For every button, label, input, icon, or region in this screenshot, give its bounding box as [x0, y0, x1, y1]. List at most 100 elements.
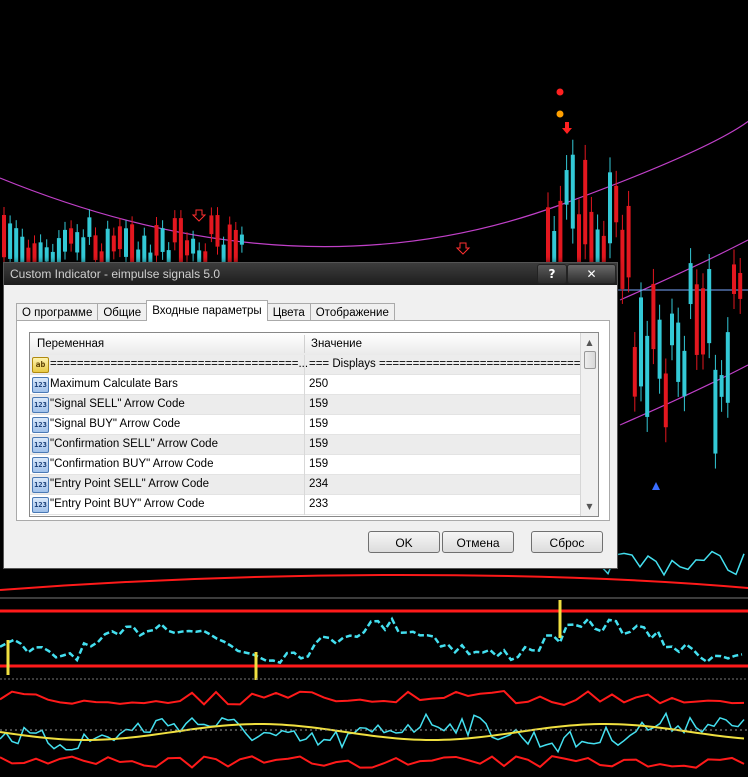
parameters-grid: Переменная Значение ab ==================…	[29, 332, 599, 517]
scroll-thumb[interactable]	[584, 351, 596, 369]
candle-body	[682, 350, 687, 397]
grid-scrollbar[interactable]: ▲ ▼	[580, 333, 598, 516]
header-separator[interactable]	[304, 335, 305, 353]
row-variable: "Entry Point SELL" Arrow Code	[50, 478, 210, 490]
tab-common[interactable]: Общие	[97, 303, 148, 321]
tab-colors[interactable]: Цвета	[266, 303, 311, 321]
row-value[interactable]: === Displays ===========================…	[309, 358, 597, 370]
scroll-down-icon[interactable]: ▼	[581, 498, 598, 515]
candle-body	[8, 223, 13, 259]
close-button[interactable]: ✕	[567, 264, 616, 284]
row-value[interactable]: 159	[309, 438, 328, 450]
candle-body	[191, 238, 196, 254]
candle-body	[87, 217, 92, 237]
table-row[interactable]: 123 "Confirmation BUY" Arrow Code 159	[30, 455, 580, 475]
candle-body	[694, 284, 699, 355]
help-button[interactable]: ?	[537, 264, 567, 284]
table-row[interactable]: 123 Maximum Calculate Bars 250	[30, 375, 580, 395]
custom-indicator-dialog: Custom Indicator - eimpulse signals 5.0 …	[3, 262, 618, 569]
table-row[interactable]: 123 "Signal BUY" Arrow Code 159	[30, 415, 580, 435]
candle-body	[663, 373, 668, 428]
candle-body	[111, 235, 116, 252]
candle-body	[614, 185, 619, 223]
row-value[interactable]: 159	[309, 398, 328, 410]
tab-about[interactable]: О программе	[16, 303, 99, 321]
candle-body	[154, 225, 159, 256]
header-value[interactable]: Значение	[311, 338, 362, 350]
candle-body	[632, 347, 637, 397]
candle-body	[738, 272, 743, 299]
candle-body	[215, 215, 220, 247]
candle-body	[239, 234, 244, 245]
signal-line	[0, 616, 743, 665]
row-variable: "Confirmation SELL" Arrow Code	[50, 438, 218, 450]
table-row[interactable]: 123 "Entry Point BUY" Arrow Code 233	[30, 495, 580, 515]
candle-body	[645, 335, 650, 417]
candle-body	[227, 224, 232, 266]
integer-type-icon: 123	[32, 497, 49, 513]
candle-body	[185, 240, 189, 256]
sell-arrow-icon	[562, 122, 572, 134]
candle-body	[688, 263, 693, 305]
candle-body	[732, 264, 736, 294]
row-variable: =====================================...	[50, 358, 309, 370]
candle-body	[713, 369, 718, 454]
row-value[interactable]: 159	[309, 458, 328, 470]
candle-body	[701, 288, 705, 355]
tab-visualization[interactable]: Отображение	[309, 303, 395, 321]
table-row[interactable]: ab =====================================.…	[30, 355, 597, 375]
cancel-button[interactable]: Отмена	[442, 531, 514, 553]
column-separator	[304, 395, 305, 415]
close-icon: ✕	[586, 267, 597, 281]
candle-body	[552, 231, 557, 265]
candle-body	[564, 170, 569, 205]
candle-body	[719, 375, 724, 397]
grid-header: Переменная Значение	[30, 333, 580, 356]
candle-body	[2, 215, 6, 258]
tab-inputs[interactable]: Входные параметры	[146, 300, 268, 321]
candle-body	[583, 159, 588, 245]
row-value[interactable]: 233	[309, 498, 328, 510]
candle-body	[117, 226, 122, 250]
row-variable: Maximum Calculate Bars	[50, 378, 178, 390]
row-value[interactable]: 159	[309, 418, 328, 430]
candle-body	[105, 228, 110, 263]
header-variable[interactable]: Переменная	[37, 338, 104, 350]
oscillator-line	[599, 550, 745, 577]
lower-band	[0, 755, 745, 769]
sell-arrow-icon	[191, 209, 207, 222]
candle-body	[124, 228, 128, 257]
row-value[interactable]: 234	[309, 478, 328, 490]
candle-body	[558, 200, 563, 269]
candle-body	[142, 235, 147, 264]
envelope-upper	[0, 90, 748, 248]
integer-type-icon: 123	[32, 417, 49, 433]
candle-body	[14, 228, 19, 265]
table-row[interactable]: 123 "Confirmation SELL" Arrow Code 159	[30, 435, 580, 455]
candle-body	[75, 232, 80, 253]
ok-button[interactable]: OK	[368, 531, 440, 553]
candle-body	[670, 313, 674, 346]
integer-type-icon: 123	[32, 397, 49, 413]
integer-type-icon: 123	[32, 457, 49, 473]
level-curve	[0, 573, 748, 591]
candle-body	[63, 229, 67, 252]
candle-body	[160, 228, 165, 252]
column-separator	[304, 355, 305, 375]
inputs-tab-panel: Переменная Значение ab ==================…	[16, 320, 610, 521]
candle-body	[725, 332, 730, 403]
row-value[interactable]: 250	[309, 378, 328, 390]
tab-strip: О программе Общие Входные параметры Цвет…	[16, 299, 395, 321]
column-separator	[304, 495, 305, 515]
candle-body	[707, 269, 712, 344]
string-type-icon: ab	[32, 357, 49, 373]
table-row[interactable]: 123 "Signal SELL" Arrow Code 159	[30, 395, 580, 415]
candle-body	[639, 297, 643, 387]
scroll-up-icon[interactable]: ▲	[581, 334, 598, 351]
column-separator	[304, 415, 305, 435]
table-row[interactable]: 123 "Entry Point SELL" Arrow Code 234	[30, 475, 580, 495]
reset-button[interactable]: Сброс	[531, 531, 603, 553]
row-variable: "Entry Point BUY" Arrow Code	[50, 498, 205, 510]
signal-dot	[556, 110, 564, 118]
dialog-titlebar[interactable]: Custom Indicator - eimpulse signals 5.0 …	[4, 263, 617, 285]
